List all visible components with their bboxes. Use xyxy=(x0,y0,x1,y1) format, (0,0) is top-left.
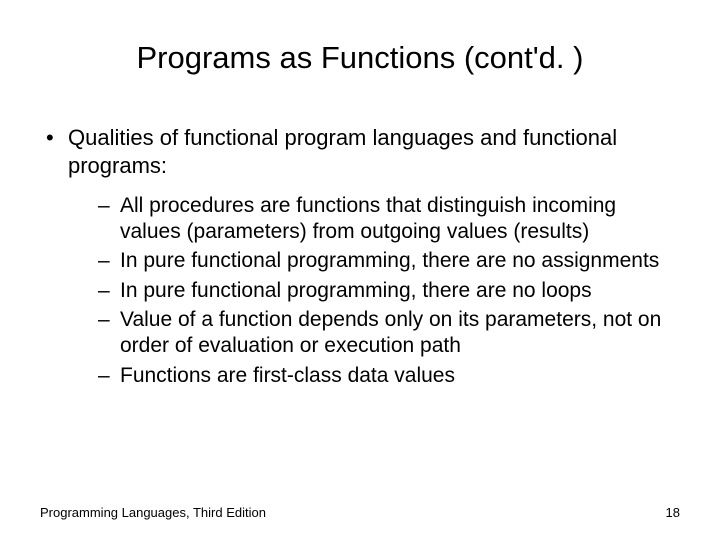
footer-book-title: Programming Languages, Third Edition xyxy=(40,505,266,520)
sub-bullet-list: All procedures are functions that distin… xyxy=(40,193,680,388)
sub-bullet-item: Value of a function depends only on its … xyxy=(98,307,680,358)
sub-bullet-item: All procedures are functions that distin… xyxy=(98,193,680,244)
slide-title: Programs as Functions (cont'd. ) xyxy=(40,40,680,76)
sub-bullet-item: In pure functional programming, there ar… xyxy=(98,278,680,304)
slide-footer: Programming Languages, Third Edition 18 xyxy=(40,505,680,520)
sub-bullet-item: In pure functional programming, there ar… xyxy=(98,248,680,274)
sub-bullet-item: Functions are first-class data values xyxy=(98,363,680,389)
main-bullet: Qualities of functional program language… xyxy=(40,124,680,179)
footer-page-number: 18 xyxy=(666,505,680,520)
